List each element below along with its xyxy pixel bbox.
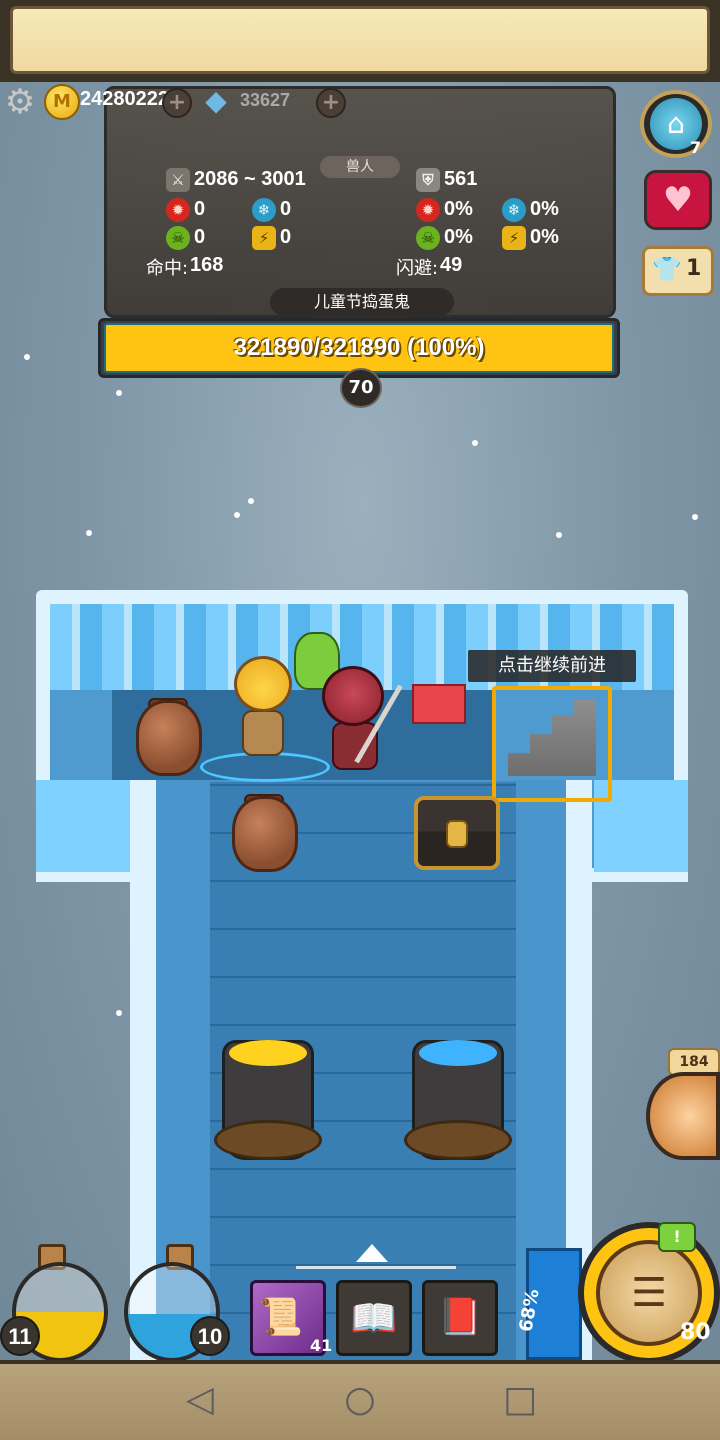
cauldron-roots <box>214 1120 322 1160</box>
hero-magic-circle <box>200 752 330 782</box>
clay-pot[interactable] <box>136 700 202 776</box>
hero-body[interactable] <box>242 710 284 756</box>
closed-book-icon: 📕 <box>437 1297 483 1338</box>
snowflake <box>234 512 240 518</box>
yellow-liquid <box>229 1040 307 1066</box>
attack-value: 2086 ~ 3001 <box>194 168 306 190</box>
poison-attack-value: 0 <box>194 226 206 248</box>
snowflake <box>116 1010 122 1016</box>
add-gem-button[interactable]: + <box>316 88 346 118</box>
gold-value: 24280222 <box>80 88 169 110</box>
skill-count: 80 <box>680 1320 711 1345</box>
ice-attack-value: 0 <box>280 198 292 220</box>
fire-resist-icon: ✹ <box>416 198 440 222</box>
defense-value: 561 <box>444 168 478 190</box>
ice-resist-icon: ❄ <box>502 198 526 222</box>
accuracy-value: 168 <box>190 254 224 276</box>
snowflake <box>556 532 562 538</box>
chest-lock-icon <box>446 820 468 848</box>
gem-value: 33627 <box>240 90 291 110</box>
blue-liquid <box>419 1040 497 1066</box>
equipment-count: 1 <box>686 256 702 281</box>
cauldron-roots <box>404 1120 512 1160</box>
snowflake <box>116 390 122 396</box>
add-gold-button[interactable]: + <box>162 88 192 118</box>
fire-attack-value: 0 <box>194 198 206 220</box>
scroll-count: 41 <box>310 1336 333 1355</box>
hp-text: 321890/321890 (100%) <box>233 334 485 361</box>
notification-bubble-icon[interactable]: ! <box>658 1222 696 1252</box>
open-book-icon: 📖 <box>350 1296 398 1340</box>
yellow-potion-count: 11 <box>0 1316 40 1356</box>
blue-potion-count: 10 <box>190 1316 230 1356</box>
snowflake <box>692 514 698 520</box>
settings-gear-icon[interactable]: ⚙ <box>2 84 38 120</box>
home-circle-icon[interactable]: ○ <box>330 1370 390 1430</box>
back-triangle-icon[interactable]: ◁ <box>170 1370 230 1430</box>
poison-resist-value: 0% <box>444 226 473 248</box>
snowflake <box>472 440 478 446</box>
enemy-level-badge: 70 <box>340 368 382 408</box>
top-banner-parchment <box>10 6 710 74</box>
red-flag <box>412 684 466 724</box>
accuracy-label: 命中: <box>146 258 189 279</box>
enemy-race-tag: 兽人 <box>320 156 400 178</box>
continue-tooltip: 点击继续前进 <box>468 650 636 682</box>
home-count: 7 <box>690 138 702 157</box>
attack-sword-icon: ⚔ <box>166 168 190 192</box>
fire-icon: ✹ <box>166 198 190 222</box>
eye-orb-button[interactable] <box>646 1072 720 1160</box>
recents-square-icon[interactable]: □ <box>490 1370 550 1430</box>
gold-coin-icon: M <box>44 84 80 120</box>
goblin-enemy[interactable] <box>322 666 384 726</box>
lightning-bolt-icon: ⚡ <box>252 226 276 250</box>
lightning-resist-icon: ⚡ <box>502 226 526 250</box>
expand-up-arrow-icon[interactable] <box>356 1244 388 1262</box>
expand-line <box>296 1266 456 1269</box>
lightning-attack-value: 0 <box>280 226 292 248</box>
diamond-icon: ◆ <box>205 84 227 117</box>
ice-block-left <box>36 780 130 882</box>
evasion-label: 闪避: <box>396 258 439 279</box>
poison-skull-icon: ☠ <box>166 226 190 250</box>
enemy-name-plate: 儿童节捣蛋鬼 <box>270 288 454 316</box>
fire-resist-value: 0% <box>444 198 473 220</box>
ice-resist-value: 0% <box>530 198 559 220</box>
hero-character[interactable] <box>234 656 292 712</box>
ice-snowflake-icon: ❄ <box>252 198 276 222</box>
evasion-value: 49 <box>440 254 463 276</box>
shirt-icon: 👕 <box>652 255 682 283</box>
defense-shield-icon: ⛨ <box>416 168 440 192</box>
snowflake <box>248 498 254 504</box>
clay-pot[interactable] <box>232 796 298 872</box>
poison-resist-icon: ☠ <box>416 226 440 250</box>
scroll-icon: 📜 <box>258 1297 303 1338</box>
heart-button[interactable]: ♥ <box>644 170 712 230</box>
snowflake <box>24 354 30 360</box>
lightning-resist-value: 0% <box>530 226 559 248</box>
snowflake <box>86 530 92 536</box>
